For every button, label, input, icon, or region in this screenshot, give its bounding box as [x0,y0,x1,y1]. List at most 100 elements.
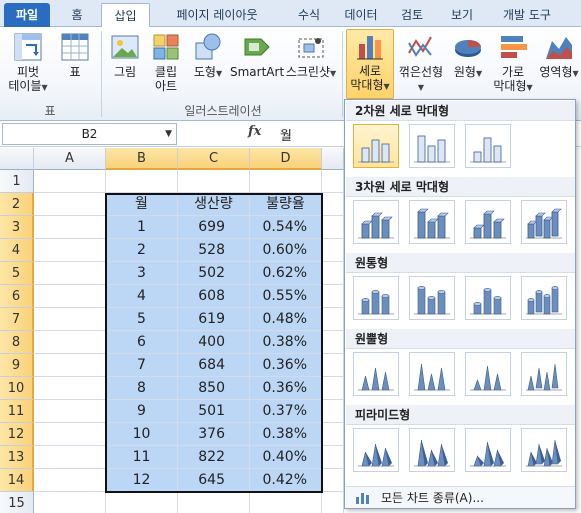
cell[interactable] [34,262,106,285]
tab-data[interactable]: 데이터 [333,3,389,27]
cell[interactable] [322,216,344,239]
3d-clustered-column-thumb[interactable] [353,200,399,244]
row-header[interactable]: 12 [0,423,34,446]
cell[interactable] [34,216,106,239]
table-cell[interactable]: 생산량 [178,193,250,216]
cell[interactable] [250,492,322,513]
table-cell[interactable]: 0.54% [250,216,322,239]
stacked-cone-thumb[interactable] [409,352,455,396]
cell[interactable] [322,170,344,193]
percent-stacked-column-thumb[interactable] [465,124,511,168]
3d-stacked-column-thumb[interactable] [409,200,455,244]
cell[interactable] [322,308,344,331]
table-cell[interactable]: 822 [178,446,250,469]
row-header[interactable]: 3 [0,216,34,239]
table-cell[interactable]: 8 [106,377,178,400]
table-cell[interactable]: 0.38% [250,423,322,446]
cell[interactable] [34,285,106,308]
cell[interactable] [106,492,178,513]
table-cell[interactable]: 0.42% [250,469,322,492]
table-cell[interactable]: 645 [178,469,250,492]
3d-column-thumb[interactable] [521,200,567,244]
table-cell[interactable]: 850 [178,377,250,400]
table-cell[interactable]: 608 [178,285,250,308]
tab-formulas[interactable]: 수식 [286,3,332,27]
tab-page-layout[interactable]: 페이지 레이아웃 [152,3,282,27]
row-header[interactable]: 15 [0,492,34,513]
picture-button[interactable]: 그림 [106,31,144,79]
table-cell[interactable]: 0.48% [250,308,322,331]
column-chart-button[interactable]: 세로 막대형▼ [346,29,394,99]
table-cell[interactable]: 1 [106,216,178,239]
clustered-column-thumb[interactable] [353,124,399,168]
cell[interactable] [178,492,250,513]
table-cell[interactable]: 월 [106,193,178,216]
column-header-a[interactable]: A [34,148,106,170]
row-header[interactable]: 14 [0,469,34,492]
cell[interactable] [34,170,106,193]
cell[interactable] [250,170,322,193]
3d-cone-thumb[interactable] [521,352,567,396]
cell[interactable] [34,308,106,331]
column-header-e[interactable] [322,148,344,170]
bar-chart-button[interactable]: 가로 막대형▼ [490,31,536,95]
table-cell[interactable]: 502 [178,262,250,285]
table-cell[interactable]: 0.62% [250,262,322,285]
3d-percent-stacked-column-thumb[interactable] [465,200,511,244]
cell[interactable] [34,492,106,513]
table-cell[interactable]: 0.36% [250,377,322,400]
table-cell[interactable]: 376 [178,423,250,446]
percent-stacked-cone-thumb[interactable] [465,352,511,396]
pie-chart-button[interactable]: 원형▼ [448,31,488,81]
table-cell[interactable]: 12 [106,469,178,492]
table-cell[interactable]: 11 [106,446,178,469]
line-chart-button[interactable]: 꺾은선형 ▼ [396,31,446,95]
row-header[interactable]: 1 [0,170,34,193]
table-cell[interactable]: 5 [106,308,178,331]
percent-stacked-pyramid-thumb[interactable] [465,428,511,472]
table-cell[interactable]: 7 [106,354,178,377]
column-header-d[interactable]: D [250,148,322,170]
cell[interactable] [322,262,344,285]
tab-view[interactable]: 보기 [437,3,487,27]
table-cell[interactable]: 699 [178,216,250,239]
table-cell[interactable]: 3 [106,262,178,285]
row-header[interactable]: 13 [0,446,34,469]
cell[interactable] [34,446,106,469]
name-box[interactable]: B2 ▼ [2,123,177,145]
column-header-c[interactable]: C [178,148,250,170]
cell[interactable] [322,469,344,492]
tab-insert[interactable]: 삽입 [101,3,150,28]
cell[interactable] [34,239,106,262]
table-cell[interactable]: 6 [106,331,178,354]
tab-home[interactable]: 홈 [55,3,99,27]
cell[interactable] [34,400,106,423]
table-cell[interactable]: 9 [106,400,178,423]
row-header[interactable]: 4 [0,239,34,262]
formula-input[interactable]: 월 [280,125,292,144]
table-cell[interactable]: 0.38% [250,331,322,354]
table-cell[interactable]: 2 [106,239,178,262]
stacked-column-thumb[interactable] [409,124,455,168]
cell[interactable] [322,400,344,423]
clustered-cylinder-thumb[interactable] [353,276,399,320]
all-chart-types-link[interactable]: 모든 차트 종류(A)... [346,486,575,508]
table-cell[interactable]: 619 [178,308,250,331]
row-header[interactable]: 8 [0,331,34,354]
clustered-cone-thumb[interactable] [353,352,399,396]
pivot-table-button[interactable]: 피벗 테이블▼ [4,31,52,95]
cell[interactable] [322,446,344,469]
table-cell[interactable]: 528 [178,239,250,262]
table-cell[interactable]: 0.40% [250,446,322,469]
table-cell[interactable]: 10 [106,423,178,446]
cell[interactable] [34,469,106,492]
cell[interactable] [34,193,106,216]
cell[interactable] [34,354,106,377]
chevron-down-icon[interactable]: ▼ [165,124,172,144]
cell[interactable] [322,492,344,513]
function-icon[interactable]: fx [248,124,261,139]
area-chart-button[interactable]: 영역형▼ [538,31,580,81]
stacked-pyramid-thumb[interactable] [409,428,455,472]
clustered-pyramid-thumb[interactable] [353,428,399,472]
cell[interactable] [34,423,106,446]
